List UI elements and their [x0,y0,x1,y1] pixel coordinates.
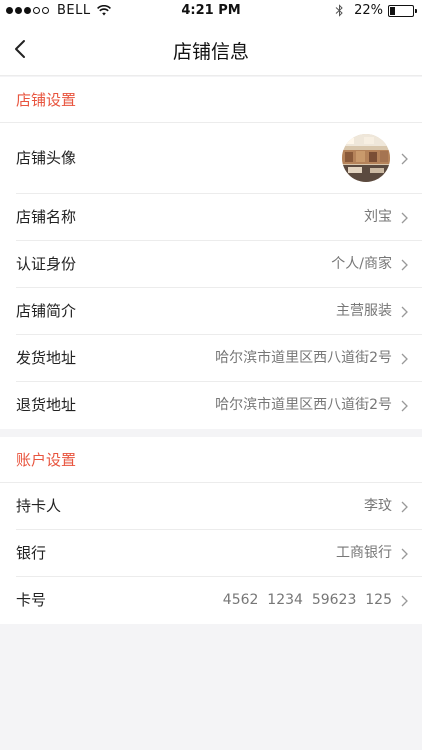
status-bar: BELL 4:21 PM 22% [0,0,422,22]
nav-bar: 店铺信息 [0,22,422,76]
row-shipping-address[interactable]: 发货地址 哈尔滨市道里区西八道街2号 [16,335,422,382]
avatar [342,134,390,182]
battery-percent: 22% [354,3,383,18]
row-cardholder[interactable]: 持卡人 李玟 [16,483,422,530]
shop-settings-section: 店铺设置 店铺头像 店铺名称 刘宝 认证身份 个人/商家 店铺简介 主营服装 发… [0,77,422,429]
row-certification[interactable]: 认证身份 个人/商家 [16,241,422,288]
chevron-right-icon [401,595,408,607]
chevron-right-icon [401,153,408,165]
chevron-right-icon [401,353,408,365]
row-label: 退货地址 [16,396,77,414]
row-label: 发货地址 [16,349,77,367]
row-label: 银行 [16,544,47,562]
row-card-number[interactable]: 卡号 4562 1234 59623 125 [16,577,422,624]
row-value: 刘宝 [364,209,392,225]
row-bank[interactable]: 银行 工商银行 [16,530,422,577]
row-value: 个人/商家 [331,256,392,272]
chevron-right-icon [401,501,408,513]
row-shop-avatar[interactable]: 店铺头像 [16,123,422,194]
status-right: 22% [335,3,417,18]
chevron-right-icon [401,400,408,412]
row-shop-name[interactable]: 店铺名称 刘宝 [16,194,422,241]
row-value: 哈尔滨市道里区西八道街2号 [215,350,392,366]
row-label: 认证身份 [16,255,77,273]
bluetooth-icon [335,4,343,17]
section-header-shop: 店铺设置 [0,77,422,123]
chevron-right-icon [401,212,408,224]
page-title: 店铺信息 [172,41,249,63]
row-label: 店铺简介 [16,302,77,320]
row-value: 4562 1234 59623 125 [222,592,392,608]
row-label: 持卡人 [16,497,62,515]
row-value: 工商银行 [336,545,392,561]
row-label: 店铺头像 [16,149,77,167]
row-value: 哈尔滨市道里区西八道街2号 [215,397,392,413]
row-value: 主营服装 [336,303,392,319]
row-return-address[interactable]: 退货地址 哈尔滨市道里区西八道街2号 [16,382,422,429]
section-header-account: 账户设置 [0,437,422,483]
chevron-right-icon [401,548,408,560]
chevron-right-icon [401,306,408,318]
account-settings-section: 账户设置 持卡人 李玟 银行 工商银行 卡号 4562 1234 59623 1… [0,437,422,624]
row-label: 店铺名称 [16,208,77,226]
row-shop-intro[interactable]: 店铺简介 主营服装 [16,288,422,335]
row-value: 李玟 [364,498,392,514]
row-label: 卡号 [16,591,47,609]
chevron-right-icon [401,259,408,271]
battery-icon [388,4,417,17]
